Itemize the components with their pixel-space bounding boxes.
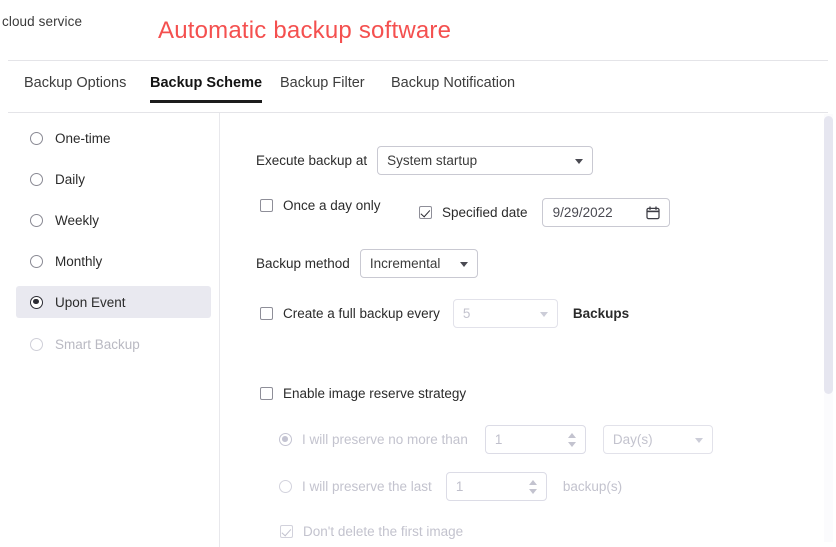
tab-backup-options[interactable]: Backup Options bbox=[24, 75, 126, 103]
chevron-down-icon bbox=[459, 261, 468, 267]
radio-weekly[interactable] bbox=[30, 213, 43, 227]
preserve-the-last-row: I will preserve the last 1 backup(s) bbox=[279, 472, 622, 501]
sidebar-item-label: Smart Backup bbox=[55, 336, 140, 352]
scheme-panel: One-time Daily Weekly Monthly Upon Event… bbox=[8, 112, 828, 547]
full-backup-count-select: 5 bbox=[452, 299, 558, 328]
once-a-day-row[interactable]: Once a day only bbox=[260, 198, 381, 213]
tab-backup-notification[interactable]: Backup Notification bbox=[391, 75, 515, 103]
top-bar: cloud service Automatic backup software … bbox=[0, 0, 836, 60]
preserve-last-value: 1 bbox=[455, 479, 464, 494]
preserve-amount-spinner: 1 bbox=[484, 425, 586, 454]
sidebar-item-label: Monthly bbox=[55, 253, 103, 269]
full-backup-count-value: 5 bbox=[462, 306, 471, 321]
tab-backup-scheme[interactable]: Backup Scheme bbox=[150, 75, 263, 103]
preserve-unit-select: Day(s) bbox=[602, 425, 713, 454]
backup-method-label: Backup method bbox=[256, 256, 350, 271]
full-backup-every-label: Create a full backup every bbox=[283, 306, 440, 321]
radio-daily[interactable] bbox=[30, 172, 43, 186]
execute-backup-value: System startup bbox=[387, 153, 478, 168]
once-a-day-checkbox[interactable] bbox=[260, 199, 273, 212]
sidebar-item-label: One-time bbox=[55, 130, 111, 146]
specified-date-value: 9/29/2022 bbox=[552, 205, 613, 220]
chevron-down-icon bbox=[694, 437, 703, 443]
image-reserve-checkbox[interactable] bbox=[260, 387, 273, 400]
image-reserve-row[interactable]: Enable image reserve strategy bbox=[260, 386, 466, 401]
scheme-content: Execute backup at System startup Once a … bbox=[220, 113, 828, 547]
chevron-down-icon bbox=[575, 158, 584, 164]
spinner-arrows-icon bbox=[567, 432, 577, 447]
vertical-scrollbar-thumb[interactable] bbox=[824, 116, 833, 394]
preserve-no-more-than-row: I will preserve no more than 1 Day(s) bbox=[279, 425, 713, 454]
full-backup-suffix-label: Backups bbox=[572, 306, 630, 321]
execute-backup-label: Execute backup at bbox=[256, 153, 368, 168]
page-title: Automatic backup software bbox=[158, 17, 452, 44]
sidebar-item-weekly[interactable]: Weekly bbox=[16, 204, 211, 236]
specified-date-label: Specified date bbox=[442, 205, 528, 220]
sidebar-item-one-time[interactable]: One-time bbox=[16, 122, 211, 154]
sidebar-item-upon-event[interactable]: Upon Event bbox=[16, 286, 211, 318]
preserve-no-more-than-label: I will preserve no more than bbox=[302, 432, 468, 447]
backup-method-value: Incremental bbox=[369, 256, 441, 271]
once-a-day-label: Once a day only bbox=[283, 198, 381, 213]
preserve-the-last-label: I will preserve the last bbox=[302, 479, 432, 494]
preserve-unit-value: Day(s) bbox=[612, 432, 653, 447]
preserve-last-suffix-label: backup(s) bbox=[562, 479, 623, 494]
specified-date-row[interactable]: Specified date 9/29/2022 bbox=[419, 198, 670, 227]
dont-delete-first-image-label: Don't delete the first image bbox=[303, 524, 464, 539]
preserve-last-spinner: 1 bbox=[445, 472, 547, 501]
sidebar-item-smart-backup: Smart Backup bbox=[16, 328, 211, 360]
full-backup-every-checkbox[interactable] bbox=[260, 307, 273, 320]
backup-method-row: Backup method Incremental bbox=[256, 249, 478, 278]
radio-one-time[interactable] bbox=[30, 131, 43, 145]
radio-monthly[interactable] bbox=[30, 254, 43, 268]
radio-smart-backup bbox=[30, 337, 43, 351]
execute-backup-row: Execute backup at System startup bbox=[256, 146, 594, 175]
specified-date-checkbox[interactable] bbox=[419, 206, 432, 219]
tab-bar: Backup Options Backup Scheme Backup Filt… bbox=[8, 60, 828, 113]
sidebar-item-label: Upon Event bbox=[55, 294, 126, 310]
spinner-arrows-icon bbox=[528, 479, 538, 494]
execute-backup-select[interactable]: System startup bbox=[377, 146, 594, 175]
dont-delete-first-image-row: Don't delete the first image bbox=[280, 524, 463, 539]
preserve-amount-value: 1 bbox=[494, 432, 503, 447]
sidebar-item-label: Weekly bbox=[55, 212, 100, 228]
schedule-type-sidebar: One-time Daily Weekly Monthly Upon Event… bbox=[8, 113, 220, 547]
sidebar-item-monthly[interactable]: Monthly bbox=[16, 245, 211, 277]
image-reserve-label: Enable image reserve strategy bbox=[283, 386, 467, 401]
sidebar-item-daily[interactable]: Daily bbox=[16, 163, 211, 195]
chevron-down-icon bbox=[539, 311, 548, 317]
backup-method-select[interactable]: Incremental bbox=[359, 249, 478, 278]
cloud-service-label[interactable]: cloud service bbox=[2, 14, 82, 29]
full-backup-every-row[interactable]: Create a full backup every 5 Backups bbox=[260, 299, 629, 328]
sidebar-item-label: Daily bbox=[55, 171, 86, 187]
dont-delete-first-image-checkbox bbox=[280, 525, 293, 538]
specified-date-input[interactable]: 9/29/2022 bbox=[541, 198, 670, 227]
radio-preserve-the-last bbox=[279, 480, 292, 493]
radio-preserve-no-more-than bbox=[279, 433, 292, 446]
radio-upon-event[interactable] bbox=[30, 295, 43, 309]
calendar-icon bbox=[645, 205, 660, 220]
tab-backup-filter[interactable]: Backup Filter bbox=[280, 75, 365, 103]
